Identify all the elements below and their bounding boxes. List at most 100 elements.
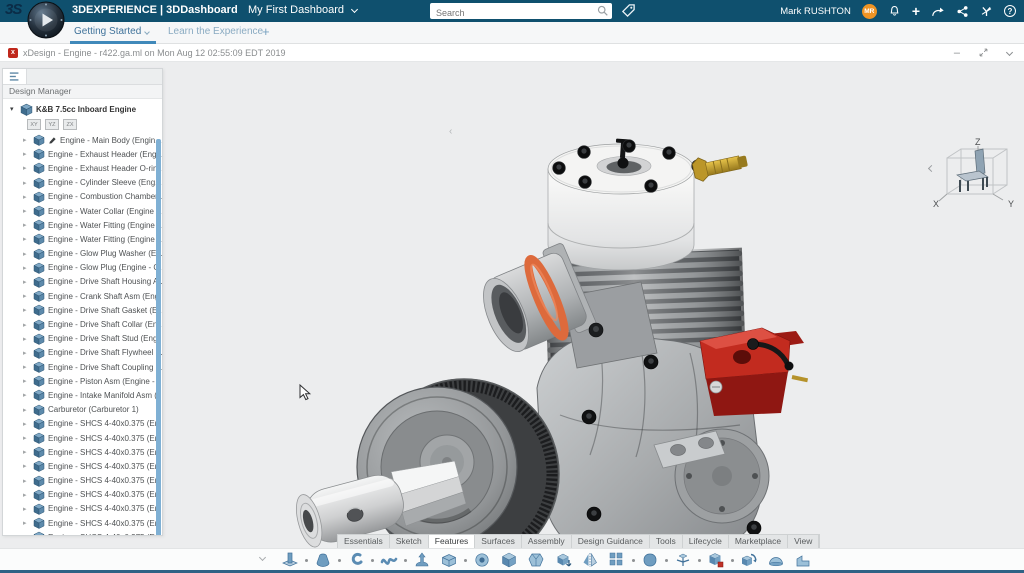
tree-item[interactable]: ▸ Engine - Exhaust Header O-rin... [3, 161, 162, 175]
revolve-icon[interactable] [312, 549, 334, 571]
expand-icon[interactable]: ▸ [23, 221, 30, 229]
tree-item[interactable]: ▸ Engine - Drive Shaft Stud (Engi... [3, 332, 162, 346]
move-icon[interactable] [672, 549, 694, 571]
expand-icon[interactable]: ▸ [23, 448, 30, 456]
tree-item[interactable]: ▸Engine - SHCS 4-40x0.375 (En... [3, 445, 162, 459]
fillet-icon[interactable] [639, 549, 661, 571]
expand-icon[interactable]: ▸ [23, 193, 30, 201]
tree-item[interactable]: ▸Engine - SHCS 4-40x0.375 (En... [3, 431, 162, 445]
tree-item[interactable]: ▸ Engine - Main Body (Engin... [3, 133, 162, 147]
dropdown-dot[interactable] [304, 558, 308, 562]
tree-item[interactable]: ▸ Engine - Glow Plug Washer (En... [3, 247, 162, 261]
plane-xy-icon[interactable]: XY [27, 119, 41, 130]
loft-icon[interactable] [411, 549, 433, 571]
dashboard-name[interactable]: My First Dashboard [248, 4, 344, 16]
tree-item[interactable]: ▸ Engine - Drive Shaft Gasket (E... [3, 303, 162, 317]
expand-icon[interactable]: ▸ [23, 278, 30, 286]
tag-icon[interactable] [621, 3, 636, 18]
add-tab-button[interactable]: + [262, 24, 270, 39]
expand-icon[interactable]: ▸ [23, 533, 30, 535]
edit-feature-icon[interactable] [705, 549, 727, 571]
dropdown-dot[interactable] [664, 558, 668, 562]
ribbon-tab-marketplace[interactable]: Marketplace [729, 535, 789, 548]
tree-item[interactable]: ▸ Engine - Water Fitting (Engine -... [3, 232, 162, 246]
user-name[interactable]: Mark RUSHTON [780, 6, 851, 17]
expand-icon[interactable]: ▸ [23, 250, 30, 258]
expand-icon[interactable]: ▸ [23, 491, 30, 499]
tree-item[interactable]: ▸ Engine - Water Fitting (Engine -... [3, 218, 162, 232]
ribbon-tab-tools[interactable]: Tools [650, 535, 683, 548]
ribbon-tab-view[interactable]: View [788, 535, 820, 548]
tree-item[interactable]: ▸Engine - SHCS 4-40x0.375 (En... [3, 417, 162, 431]
draft-icon[interactable] [552, 549, 574, 571]
share-nodes-icon[interactable] [956, 5, 969, 18]
tree-item[interactable]: ▸ Engine - Drive Shaft Flywheel (... [3, 346, 162, 360]
expand-icon[interactable]: ▸ [23, 179, 30, 187]
dropdown-dot[interactable] [370, 558, 374, 562]
3dexperience-compass-icon[interactable] [27, 1, 65, 39]
tree-item[interactable]: ▸ Engine - Drive Shaft Collar (En... [3, 317, 162, 331]
tree-item[interactable]: ▸ Engine - Piston Asm (Engine - ... [3, 374, 162, 388]
tree-item[interactable]: ▸ Engine - Water Collar (Engine -... [3, 204, 162, 218]
tree-item[interactable]: ▸ Engine - Combustion Chamber ... [3, 190, 162, 204]
expand-icon[interactable]: ▸ [23, 519, 30, 527]
ribbon-tab-assembly[interactable]: Assembly [522, 535, 572, 548]
expand-icon[interactable]: ▸ [23, 150, 30, 158]
notifications-bell-icon[interactable] [888, 4, 901, 18]
expand-icon[interactable] [978, 47, 989, 58]
tree-root[interactable]: ▾ K&B 7.5cc Inboard Engine [3, 102, 162, 116]
expand-icon[interactable]: ▸ [23, 321, 30, 329]
ribbon-tab-design-guidance[interactable]: Design Guidance [572, 535, 650, 548]
view-cube[interactable]: Z X Y [925, 134, 1017, 214]
helix-icon[interactable] [378, 549, 400, 571]
search-icon[interactable] [597, 5, 609, 17]
expand-icon[interactable]: ▸ [23, 505, 30, 513]
chamfer-icon[interactable] [525, 549, 547, 571]
expand-icon[interactable]: ▸ [23, 136, 30, 144]
share-arrow-icon[interactable] [931, 5, 945, 18]
dropdown-dot[interactable] [697, 558, 701, 562]
shell-icon[interactable] [438, 549, 460, 571]
dropdown-dot[interactable] [631, 558, 635, 562]
expand-icon[interactable]: ▸ [23, 335, 30, 343]
tree-item[interactable]: ▸ Engine - Crank Shaft Asm (Eng... [3, 289, 162, 303]
hole-icon[interactable] [471, 549, 493, 571]
tree-item[interactable]: ▸ Engine - Intake Manifold Asm (... [3, 388, 162, 402]
ribbon-tab-sketch[interactable]: Sketch [390, 535, 429, 548]
tab-getting-started[interactable]: Getting Started [74, 26, 151, 37]
expand-icon[interactable]: ▸ [23, 306, 30, 314]
expand-icon[interactable]: ▸ [23, 420, 30, 428]
tab-learn-the-experience[interactable]: Learn the Experience [168, 26, 263, 37]
plane-zx-icon[interactable]: ZX [63, 119, 77, 130]
ribbon-tab-surfaces[interactable]: Surfaces [475, 535, 522, 548]
add-content-icon[interactable]: + [912, 4, 920, 18]
expand-icon[interactable]: ▸ [23, 434, 30, 442]
expand-icon[interactable]: ▸ [23, 349, 30, 357]
expand-icon[interactable]: ▸ [23, 292, 30, 300]
tree-item[interactable]: ▸Engine - SHCS 4-40x0.375 (En... [3, 474, 162, 488]
expand-icon[interactable]: ▸ [23, 264, 30, 272]
sweep-icon[interactable] [345, 549, 367, 571]
expand-icon[interactable]: ▸ [23, 462, 30, 470]
expand-icon[interactable]: ▸ [23, 164, 30, 172]
boss-icon[interactable] [498, 549, 520, 571]
search-input[interactable] [430, 6, 588, 20]
replace-icon[interactable] [738, 549, 760, 571]
tree-item[interactable]: ▸Engine - SHCS 4-40x0.375 (En... [3, 516, 162, 530]
tree-item[interactable]: ▸ Engine - Drive Shaft Housing A... [3, 275, 162, 289]
tab-chevron-icon[interactable] [144, 29, 151, 35]
expand-icon[interactable]: ▸ [23, 235, 30, 243]
tree-item[interactable]: ▸ Carburetor (Carburetor 1) [3, 403, 162, 417]
dropdown-dot[interactable] [730, 558, 734, 562]
extrude-icon[interactable] [279, 549, 301, 571]
expand-icon[interactable]: ▸ [23, 391, 30, 399]
collapse-app-chevron-icon[interactable] [1005, 48, 1014, 57]
3dswym-icon[interactable] [980, 5, 993, 18]
tree-item[interactable]: ▸ Engine - Glow Plug (Engine - G... [3, 261, 162, 275]
ribbon-tab-features[interactable]: Features [428, 535, 476, 548]
tree-item[interactable]: ▸Engine - SHCS 4-40x0.375 (En... [3, 502, 162, 516]
tree-item[interactable]: ▸Engine - SHCS 4-40x0.375 (En... [3, 530, 162, 535]
tree-item[interactable]: ▸ Engine - Drive Shaft Coupling ... [3, 360, 162, 374]
avatar[interactable]: MR [861, 3, 877, 19]
help-icon[interactable]: ? [1004, 5, 1016, 17]
